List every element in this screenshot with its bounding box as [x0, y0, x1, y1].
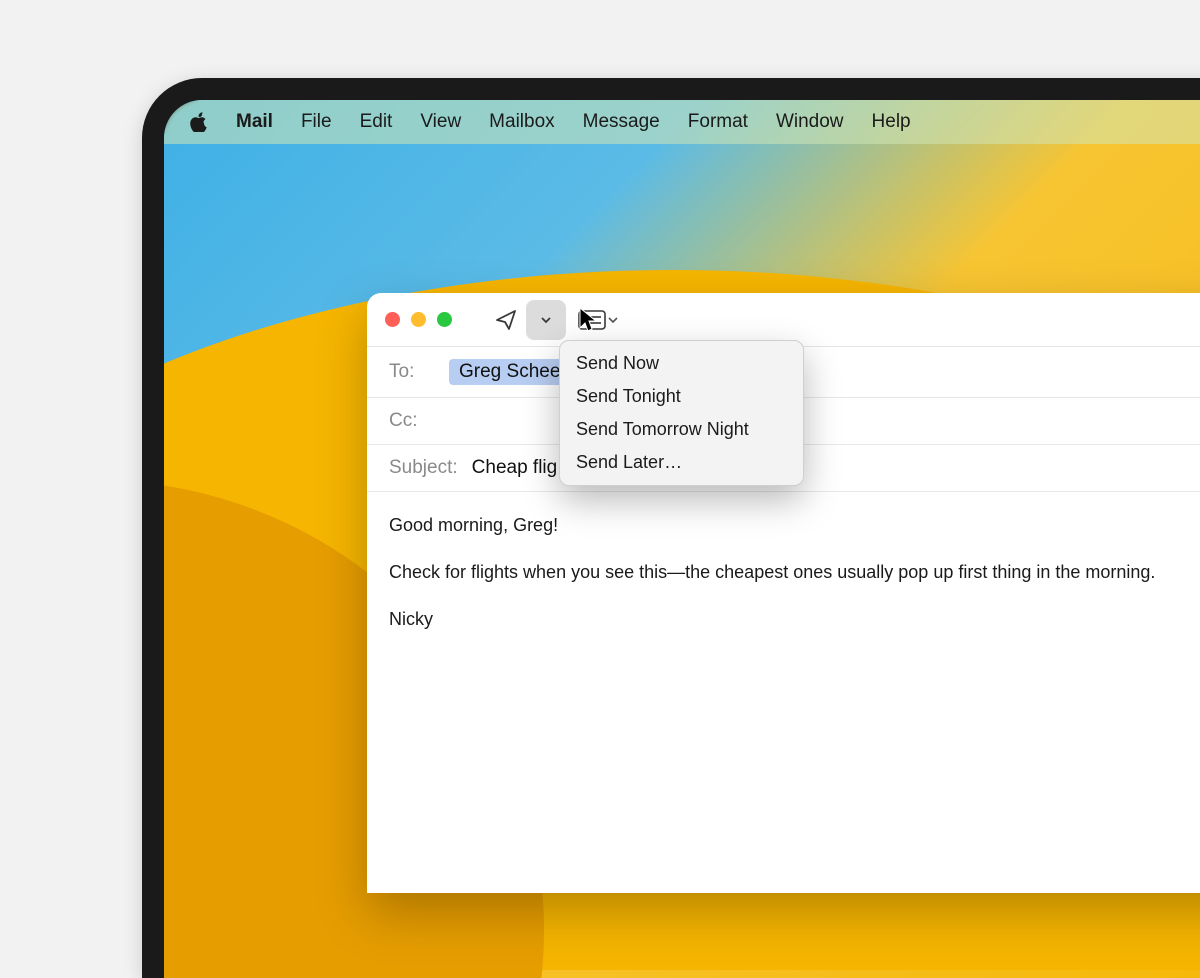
menubar-item-message[interactable]: Message — [583, 111, 660, 133]
menubar-app-name[interactable]: Mail — [236, 111, 273, 133]
cc-label: Cc: — [389, 410, 435, 432]
apple-menu-icon[interactable] — [190, 112, 208, 132]
header-fields-button[interactable] — [572, 300, 612, 340]
menubar-item-file[interactable]: File — [301, 111, 332, 133]
menubar-item-mailbox[interactable]: Mailbox — [489, 111, 554, 133]
zoom-button[interactable] — [437, 312, 452, 327]
to-label: To: — [389, 361, 435, 383]
list-rect-icon — [578, 310, 606, 330]
chevron-down-icon[interactable] — [608, 315, 618, 325]
window-controls — [385, 312, 452, 327]
menu-item-send-tonight[interactable]: Send Tonight — [560, 380, 803, 413]
stage: Mail File Edit View Mailbox Message Form… — [0, 0, 1200, 675]
subject-label: Subject: — [389, 457, 458, 479]
menu-item-send-later[interactable]: Send Later… — [560, 446, 803, 479]
send-later-button[interactable] — [526, 300, 566, 340]
body-line: Good morning, Greg! — [389, 512, 1200, 539]
menubar-item-format[interactable]: Format — [688, 111, 748, 133]
menubar-item-edit[interactable]: Edit — [360, 111, 393, 133]
message-body[interactable]: Good morning, Greg! Check for flights wh… — [367, 492, 1200, 673]
menu-item-send-now[interactable]: Send Now — [560, 347, 803, 380]
paperplane-icon — [494, 308, 518, 332]
menubar: Mail File Edit View Mailbox Message Form… — [164, 100, 1200, 144]
compose-toolbar — [367, 293, 1200, 347]
subject-value: Cheap flig — [472, 457, 558, 479]
recipient-chip[interactable]: Greg Scheer — [449, 359, 577, 385]
menu-item-send-tomorrow-night[interactable]: Send Tomorrow Night — [560, 413, 803, 446]
minimize-button[interactable] — [411, 312, 426, 327]
send-button[interactable] — [486, 300, 526, 340]
desktop-screen: Mail File Edit View Mailbox Message Form… — [164, 100, 1200, 978]
menubar-item-help[interactable]: Help — [872, 111, 911, 133]
send-later-menu: Send Now Send Tonight Send Tomorrow Nigh… — [559, 340, 804, 486]
laptop-bezel: Mail File Edit View Mailbox Message Form… — [142, 78, 1200, 978]
menubar-item-view[interactable]: View — [420, 111, 461, 133]
chevron-down-icon — [540, 314, 552, 326]
menubar-item-window[interactable]: Window — [776, 111, 844, 133]
close-button[interactable] — [385, 312, 400, 327]
body-line: Check for flights when you see this—the … — [389, 559, 1200, 586]
body-signature: Nicky — [389, 606, 1200, 633]
